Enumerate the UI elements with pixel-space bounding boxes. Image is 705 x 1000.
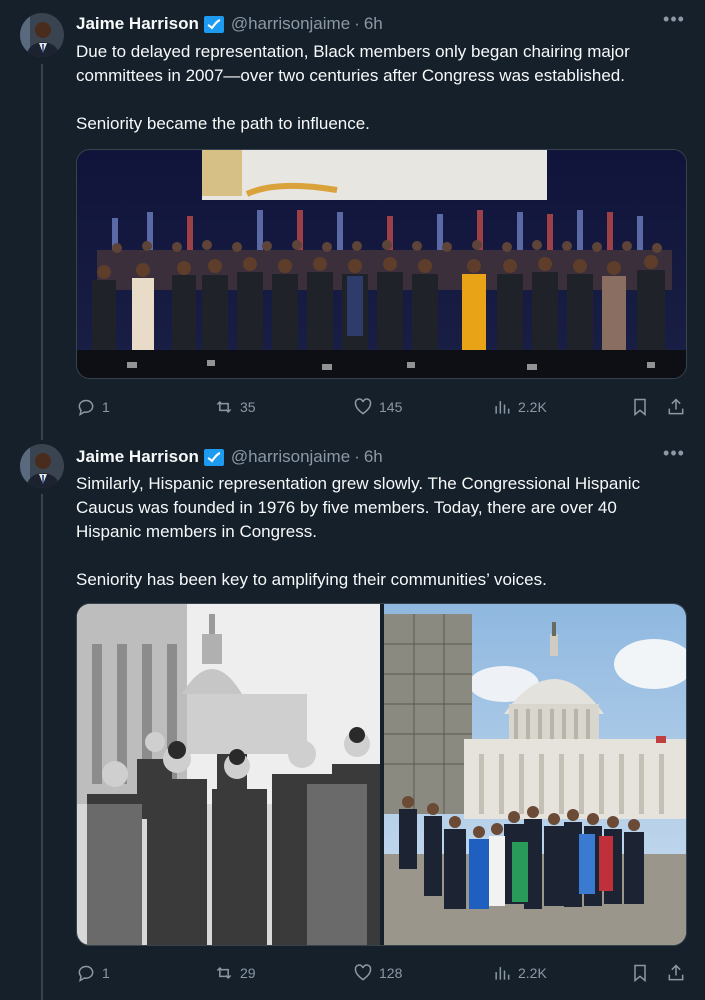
views-button[interactable]: 2.2K: [492, 396, 547, 418]
tweet-paragraph: Seniority has been key to amplifying the…: [76, 570, 547, 589]
separator-dot: ·: [354, 14, 360, 33]
author-handle[interactable]: @harrisonjaime: [231, 447, 350, 467]
views-chart-icon: [495, 967, 510, 980]
repost-button[interactable]: 29: [214, 962, 256, 984]
share-button[interactable]: [666, 396, 686, 418]
bookmark-button[interactable]: [630, 962, 650, 984]
bookmark-icon: [634, 398, 646, 417]
heart-icon: [354, 398, 372, 415]
tweet-paragraph: Due to delayed representation, Black mem…: [76, 42, 630, 85]
timestamp[interactable]: 6h: [364, 14, 383, 34]
reply-button[interactable]: 1: [76, 396, 110, 418]
avatar[interactable]: [20, 444, 64, 488]
more-options-icon[interactable]: •••: [663, 444, 685, 468]
repost-button[interactable]: 35: [214, 396, 256, 418]
views-count: 2.2K: [518, 399, 547, 415]
views-chart-icon: [495, 401, 510, 414]
like-button[interactable]: 128: [353, 962, 402, 984]
repost-count: 35: [240, 399, 256, 415]
share-icon: [668, 964, 684, 981]
more-options-icon[interactable]: •••: [663, 10, 685, 34]
like-count: 145: [379, 399, 403, 415]
bookmark-button[interactable]: [630, 396, 650, 418]
repost-count: 29: [240, 965, 256, 981]
reply-count: 1: [102, 399, 110, 415]
verified-badge-icon: [203, 448, 224, 466]
reply-button[interactable]: 1: [76, 962, 110, 984]
capitol-group-photo[interactable]: [384, 604, 686, 945]
author-name[interactable]: Jaime Harrison: [76, 447, 199, 467]
like-button[interactable]: 145: [353, 396, 402, 418]
reply-icon: [78, 965, 94, 983]
share-button[interactable]: [666, 962, 686, 984]
historic-bw-group-photo[interactable]: [77, 604, 380, 945]
media-grid: [76, 603, 687, 946]
share-icon: [668, 398, 684, 415]
tweet-2[interactable]: Jaime Harrison @harrisonjaime · 6h ••• S…: [0, 434, 705, 1000]
tweet-paragraph: Seniority became the path to influence.: [76, 114, 370, 133]
author-name[interactable]: Jaime Harrison: [76, 14, 199, 34]
swearing-in-ceremony-photo[interactable]: [76, 149, 687, 379]
reply-count: 1: [102, 965, 110, 981]
avatar[interactable]: [20, 13, 64, 57]
reply-icon: [78, 399, 94, 417]
verified-badge-icon: [203, 15, 224, 33]
tweet-1[interactable]: Jaime Harrison @harrisonjaime · 6h ••• D…: [0, 0, 705, 430]
bookmark-icon: [634, 964, 646, 983]
views-count: 2.2K: [518, 965, 547, 981]
timestamp[interactable]: 6h: [364, 447, 383, 467]
action-bar: 1 29 128 2.2K: [76, 962, 688, 984]
tweet-paragraph: Similarly, Hispanic representation grew …: [76, 474, 641, 541]
separator-dot: ·: [354, 447, 360, 466]
action-bar: 1 35 145 2.2K: [76, 396, 688, 418]
views-button[interactable]: 2.2K: [492, 962, 547, 984]
like-count: 128: [379, 965, 403, 981]
tweet-text: Due to delayed representation, Black mem…: [76, 40, 686, 136]
author-handle[interactable]: @harrisonjaime: [231, 14, 350, 34]
repost-icon: [216, 966, 232, 980]
heart-icon: [354, 964, 372, 981]
tweet-text: Similarly, Hispanic representation grew …: [76, 472, 686, 592]
repost-icon: [216, 400, 232, 414]
